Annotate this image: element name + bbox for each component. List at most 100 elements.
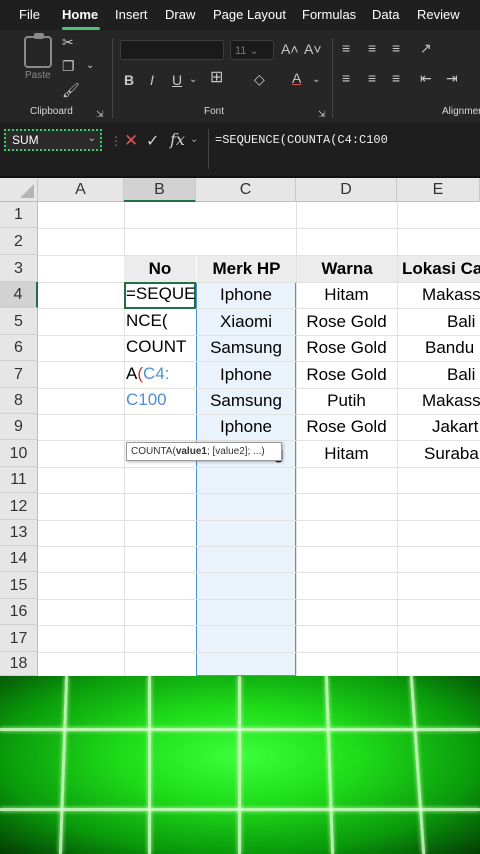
- fill-color-icon[interactable]: ◇: [254, 71, 265, 87]
- dialog-launcher-icon[interactable]: ⇲: [96, 106, 104, 122]
- copy-icon[interactable]: ❐: [62, 58, 75, 74]
- cell-d9[interactable]: Rose Gold: [296, 414, 397, 440]
- tab-data[interactable]: Data: [372, 7, 399, 22]
- row-header-15[interactable]: 15: [0, 572, 38, 599]
- more-icon[interactable]: ⋮: [110, 134, 122, 148]
- tab-formulas[interactable]: Formulas: [302, 7, 356, 22]
- row-header-2[interactable]: 2: [0, 228, 38, 255]
- row-header-10[interactable]: 10: [0, 440, 38, 467]
- cell-e5[interactable]: Bali: [447, 308, 480, 335]
- cell-d5[interactable]: Rose Gold: [296, 308, 397, 335]
- cell-e9[interactable]: Jakart: [432, 414, 480, 440]
- row-header-14[interactable]: 14: [0, 546, 38, 572]
- italic-icon[interactable]: I: [150, 72, 154, 88]
- borders-icon[interactable]: ⊞: [210, 70, 223, 86]
- font-name-select[interactable]: [120, 40, 224, 60]
- column-header-a[interactable]: A: [38, 178, 124, 202]
- cell-d8[interactable]: Putih: [296, 388, 397, 414]
- cell-c7[interactable]: Iphone: [196, 361, 296, 388]
- dialog-launcher-icon[interactable]: ⇲: [318, 106, 326, 122]
- column-header-c[interactable]: C: [196, 178, 296, 202]
- tab-home[interactable]: Home: [62, 7, 98, 22]
- row-header-1[interactable]: 1: [0, 202, 38, 228]
- row-header-11[interactable]: 11: [0, 467, 38, 493]
- paste-label[interactable]: Paste: [25, 70, 51, 81]
- row-header-3[interactable]: 3: [0, 255, 38, 282]
- cell-c6[interactable]: Samsung: [196, 335, 296, 361]
- chevron-down-icon[interactable]: ⌄: [88, 133, 96, 144]
- cell-d7[interactable]: Rose Gold: [296, 361, 397, 388]
- column-header-b[interactable]: B: [124, 178, 196, 202]
- cell-e7[interactable]: Bali: [447, 361, 480, 388]
- row-header-18[interactable]: 18: [0, 652, 38, 676]
- tab-file[interactable]: File: [19, 7, 40, 22]
- chevron-down-icon[interactable]: ⌄: [190, 134, 198, 145]
- row-header-13[interactable]: 13: [0, 520, 38, 546]
- tab-page-layout[interactable]: Page Layout: [213, 7, 286, 22]
- indent-icon[interactable]: ⇤: [420, 70, 432, 86]
- ribbon-divider: [332, 38, 333, 118]
- font-color-icon[interactable]: A: [292, 70, 301, 86]
- cell-c9[interactable]: Iphone: [196, 414, 296, 440]
- row-header-6[interactable]: 6: [0, 335, 38, 361]
- header-lokasi[interactable]: Lokasi Ca: [398, 256, 480, 282]
- cell-c8[interactable]: Samsung: [196, 388, 296, 414]
- cell-c4[interactable]: Iphone: [196, 282, 296, 308]
- align-top-icon[interactable]: ≡: [342, 40, 350, 56]
- align-left-icon[interactable]: ≡: [342, 70, 350, 86]
- cell-d10[interactable]: Hitam: [296, 440, 397, 467]
- header-no[interactable]: No: [124, 256, 196, 282]
- format-painter-icon[interactable]: 🖌: [62, 82, 80, 98]
- column-header-e[interactable]: E: [397, 178, 480, 202]
- cell-e10[interactable]: Suraba: [424, 440, 480, 467]
- font-size-select[interactable]: 11 ⌄: [230, 40, 274, 60]
- scissors-icon[interactable]: ✂: [62, 34, 74, 50]
- cell-e6[interactable]: Bandu: [425, 335, 480, 361]
- tooltip-rest: ; [value2]; ...): [206, 446, 265, 457]
- increase-font-icon[interactable]: A˄: [281, 41, 299, 57]
- decrease-font-icon[interactable]: A˅: [304, 41, 322, 57]
- column-header-d[interactable]: D: [296, 178, 397, 202]
- sheet-grid[interactable]: A B C D E 1 2 3 4 5 6 7 8 9 10 11 12 13 …: [0, 178, 480, 676]
- row-header-9[interactable]: 9: [0, 414, 38, 440]
- align-bottom-icon[interactable]: ≡: [392, 40, 400, 56]
- gridline: [38, 228, 480, 229]
- outdent-icon[interactable]: ⇥: [446, 70, 458, 86]
- cell-e8[interactable]: Makass: [422, 388, 480, 414]
- paste-icon[interactable]: [24, 33, 52, 68]
- row-header-7[interactable]: 7: [0, 361, 38, 388]
- row-header-8[interactable]: 8: [0, 388, 38, 414]
- chevron-down-icon[interactable]: ⌄: [189, 72, 197, 88]
- header-warna[interactable]: Warna: [297, 256, 397, 282]
- align-middle-icon[interactable]: ≡: [368, 40, 376, 56]
- enter-icon[interactable]: ✓: [146, 131, 159, 151]
- align-right-icon[interactable]: ≡: [392, 70, 400, 86]
- align-center-icon[interactable]: ≡: [368, 70, 376, 86]
- cell-e4[interactable]: Makass: [422, 282, 480, 308]
- row-header-4[interactable]: 4: [0, 282, 38, 308]
- row-header-12[interactable]: 12: [0, 493, 38, 520]
- underline-icon[interactable]: U: [172, 72, 182, 88]
- gridline: [38, 520, 480, 521]
- tab-review[interactable]: Review: [417, 7, 460, 22]
- orientation-icon[interactable]: ↗: [420, 40, 432, 56]
- chevron-down-icon[interactable]: ⌄: [312, 72, 320, 88]
- cell-d6[interactable]: Rose Gold: [296, 335, 397, 361]
- tab-draw[interactable]: Draw: [165, 7, 195, 22]
- function-tooltip[interactable]: COUNTA(value1; [value2]; ...): [126, 442, 282, 461]
- insert-function-icon[interactable]: fx: [170, 130, 185, 149]
- cell-d4[interactable]: Hitam: [296, 282, 397, 308]
- row-header-17[interactable]: 17: [0, 625, 38, 652]
- name-box[interactable]: SUM ⌄: [4, 129, 102, 151]
- row-header-16[interactable]: 16: [0, 599, 38, 625]
- formula-input[interactable]: =SEQUENCE(COUNTA(C4:C100: [208, 129, 480, 169]
- row-header-5[interactable]: 5: [0, 308, 38, 335]
- bold-icon[interactable]: B: [124, 72, 134, 88]
- chevron-down-icon[interactable]: ⌄: [86, 58, 94, 74]
- tab-insert[interactable]: Insert: [115, 7, 148, 22]
- select-all-button[interactable]: [0, 178, 38, 202]
- cancel-icon[interactable]: ✕: [124, 131, 138, 151]
- cell-c5[interactable]: Xiaomi: [196, 308, 296, 335]
- glow-line: [238, 676, 241, 854]
- header-merk-hp[interactable]: Merk HP: [197, 256, 296, 282]
